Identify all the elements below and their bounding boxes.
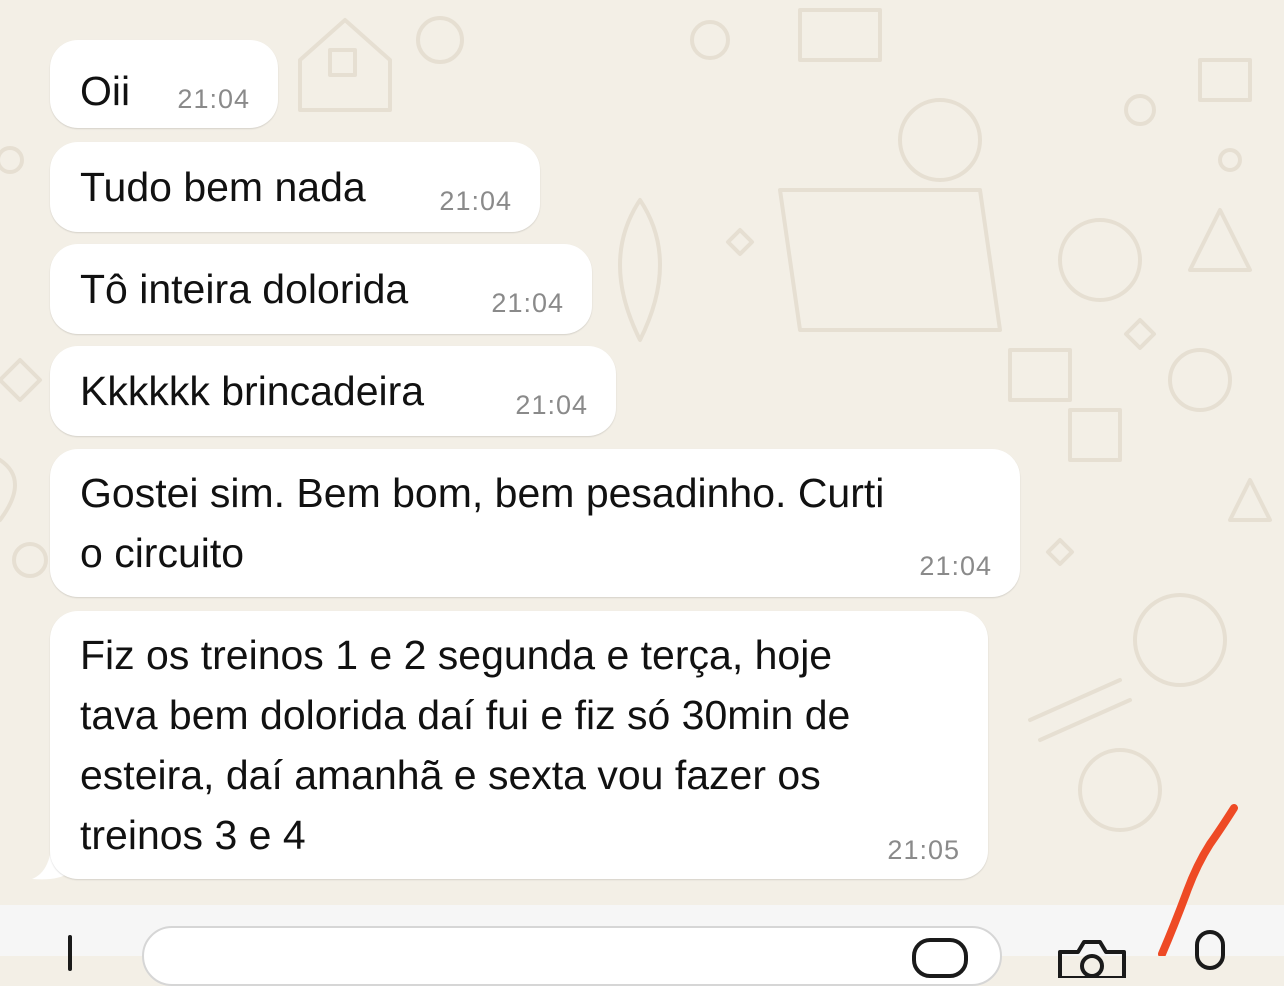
message-bubble[interactable]: Oii 21:04 [50,40,278,128]
message-bubble[interactable]: Tudo bem nada 21:04 [50,142,540,232]
message-timestamp: 21:04 [177,84,250,114]
camera-icon[interactable] [1056,938,1128,978]
message-bubble[interactable]: Fiz os treinos 1 e 2 segunda e terça, ho… [50,611,988,879]
message-timestamp: 21:04 [491,288,564,318]
message-list[interactable]: Oii 21:04 Tudo bem nada 21:04 Tô inteira… [0,0,1284,905]
message-timestamp: 21:04 [439,186,512,216]
plus-icon[interactable] [52,935,88,971]
message-timestamp: 21:04 [515,390,588,420]
message-bubble[interactable]: Tô inteira dolorida 21:04 [50,244,592,334]
message-input[interactable] [142,926,1002,986]
message-text: Fiz os treinos 1 e 2 segunda e terça, ho… [80,632,851,858]
red-pen-annotation [1158,804,1238,956]
message-text: Gostei sim. Bem bom, bem pesadinho. Curt… [80,470,885,576]
message-bubble[interactable]: Gostei sim. Bem bom, bem pesadinho. Curt… [50,449,1020,597]
message-bubble[interactable]: Kkkkkk brincadeira 21:04 [50,346,616,436]
message-timestamp: 21:05 [887,835,960,865]
sticker-icon[interactable] [912,938,968,978]
message-timestamp: 21:04 [919,551,992,581]
